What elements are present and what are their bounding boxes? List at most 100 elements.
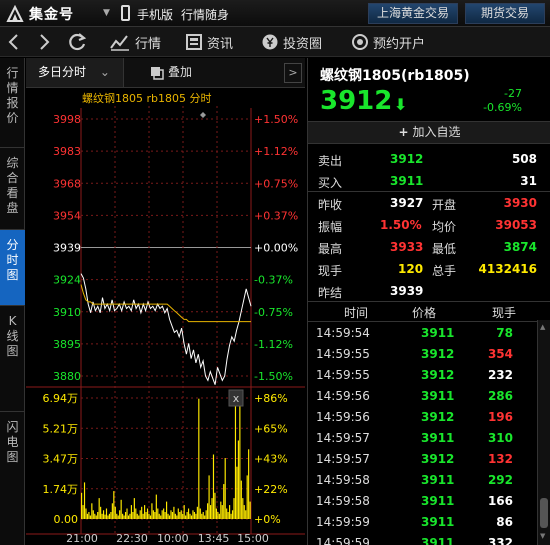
chevron-right-icon	[40, 34, 50, 50]
close-overlay-button[interactable]: x	[228, 389, 244, 407]
volume-bar	[129, 513, 131, 519]
volume-tick-label: 6.94万	[43, 392, 79, 405]
layers-icon	[151, 66, 164, 80]
volume-bar	[92, 510, 94, 519]
intraday-chart[interactable]: 螺纹钢1805 rb1805 分时 3998 3983 3968 3954 3939 39…	[26, 88, 305, 545]
volume-bar	[231, 510, 234, 519]
high-row: 最高 3933 最低 3874	[308, 236, 550, 258]
trade-row: 14:59:56 3911 286	[308, 386, 550, 407]
side-tab-flash[interactable]: 闪电图	[0, 412, 25, 545]
x-tick-label: 13:45	[198, 532, 230, 545]
volume-bar	[130, 505, 132, 519]
trades-header-volume: 现手	[492, 306, 517, 320]
volume-bar	[97, 512, 99, 519]
percent-tick-label: -1.50%	[254, 370, 293, 383]
percent-tick-label: -0.75%	[254, 306, 293, 319]
trade-row: 14:59:54 3911 78	[308, 323, 550, 344]
app-logo[interactable]: 集金号	[6, 4, 102, 24]
low-value: 3874	[503, 240, 537, 254]
volume-bar	[138, 515, 140, 519]
trade-row: 14:59:55 3912 354	[308, 344, 550, 365]
forward-button[interactable]	[36, 27, 57, 57]
trade-time: 14:59:55	[316, 368, 370, 382]
chevron-down-icon: ⌄	[99, 65, 110, 79]
volume-bar	[198, 398, 200, 519]
volume-bar	[104, 514, 106, 519]
add-to-watchlist-button[interactable]: + 加入自选	[308, 121, 550, 144]
volume-percent-label: +22%	[254, 483, 288, 496]
trades-scrollbar[interactable]: ▲ ▼	[537, 320, 550, 545]
high-label: 最高	[318, 242, 343, 256]
change-percent: -0.69%	[483, 101, 522, 114]
open-label: 开盘	[432, 198, 457, 212]
open-account-menu[interactable]: 预约开户	[352, 27, 425, 57]
tab-shanghai-gold[interactable]: 上海黄金交易	[368, 3, 458, 24]
x-tick-label: 10:00	[157, 532, 189, 545]
volume-bar	[145, 512, 147, 519]
side-tab-overview[interactable]: 综合看盘	[0, 148, 25, 230]
volume-bar	[98, 498, 100, 519]
volume-bar	[108, 513, 111, 519]
chart-tab-bar: 多日分时 ⌄ 叠加 >	[26, 58, 305, 88]
multiday-label: 多日分时	[38, 65, 87, 79]
menu-caret-icon[interactable]: ▼	[103, 8, 110, 18]
volume-bar	[174, 513, 176, 519]
volume-bar	[177, 508, 179, 519]
price-tick-label: 3895	[53, 338, 81, 351]
open-value: 3930	[503, 196, 537, 210]
volume-bar	[91, 503, 93, 519]
refresh-button[interactable]	[66, 27, 93, 57]
scroll-down-icon[interactable]: ▼	[540, 532, 545, 540]
overlay-button[interactable]: 叠加	[150, 58, 192, 87]
invest-circle-menu[interactable]: 投资圈	[262, 27, 322, 57]
trade-row: 14:59:59 3911 332	[308, 533, 550, 545]
volume-bar	[132, 512, 134, 519]
volume-bar	[144, 505, 146, 519]
chart-tabs-next-button[interactable]: >	[284, 63, 302, 83]
volume-bar	[223, 484, 225, 519]
avg-label: 均价	[432, 220, 457, 234]
trades-header-price: 价格	[412, 306, 437, 320]
volume-bar	[163, 508, 165, 519]
volume-bar	[183, 505, 185, 519]
volume-bar	[190, 515, 193, 519]
mobile-version-link[interactable]: 手机版	[137, 6, 173, 23]
side-tab-intraday-label: 分时图	[6, 238, 19, 282]
price-tick-label: 3968	[53, 177, 81, 190]
volume-bar	[102, 510, 105, 519]
multiday-intraday-dropdown[interactable]: 多日分时 ⌄	[26, 58, 124, 87]
side-tab-quotes[interactable]: 行情报价	[0, 58, 25, 148]
trade-time: 14:59:55	[316, 347, 370, 361]
volume-bar	[209, 505, 212, 519]
quotes-menu[interactable]: 行情	[110, 27, 161, 57]
percent-tick-label: -0.37%	[254, 274, 293, 287]
volume-tick-label: 0.00	[54, 513, 79, 526]
news-menu[interactable]: 资讯	[186, 27, 233, 57]
trade-price: 3911	[421, 389, 455, 403]
trade-time: 14:59:57	[316, 452, 370, 466]
prev-close-row: 昨收 3927 开盘 3930	[308, 192, 550, 214]
market-anywhere-link[interactable]: 行情随身	[181, 6, 229, 23]
volume-bar	[192, 510, 194, 519]
back-button[interactable]	[6, 27, 27, 57]
buy-price: 3911	[390, 174, 424, 188]
volume-bar	[114, 506, 116, 519]
volume-bar	[85, 508, 87, 519]
scroll-thumb[interactable]	[540, 498, 548, 528]
side-tab-kline[interactable]: K线图	[0, 306, 25, 412]
x-tick-label: 15:00	[237, 532, 269, 545]
change-value: -27	[504, 87, 522, 100]
plus-icon: +	[398, 125, 409, 139]
volume-bar	[111, 503, 113, 519]
volume-bar	[189, 513, 191, 519]
scroll-up-icon[interactable]: ▲	[540, 323, 545, 331]
trade-time: 14:59:59	[316, 536, 370, 545]
volume-bar	[119, 510, 121, 519]
volume-bar	[239, 398, 241, 519]
mobile-phone-icon[interactable]	[121, 5, 130, 21]
side-tab-intraday[interactable]: 分时图	[0, 230, 25, 306]
trade-volume: 354	[487, 347, 513, 361]
percent-tick-label: -1.12%	[254, 338, 293, 351]
tab-futures[interactable]: 期货交易	[465, 3, 545, 24]
trade-row: 14:59:58 3911 166	[308, 491, 550, 512]
